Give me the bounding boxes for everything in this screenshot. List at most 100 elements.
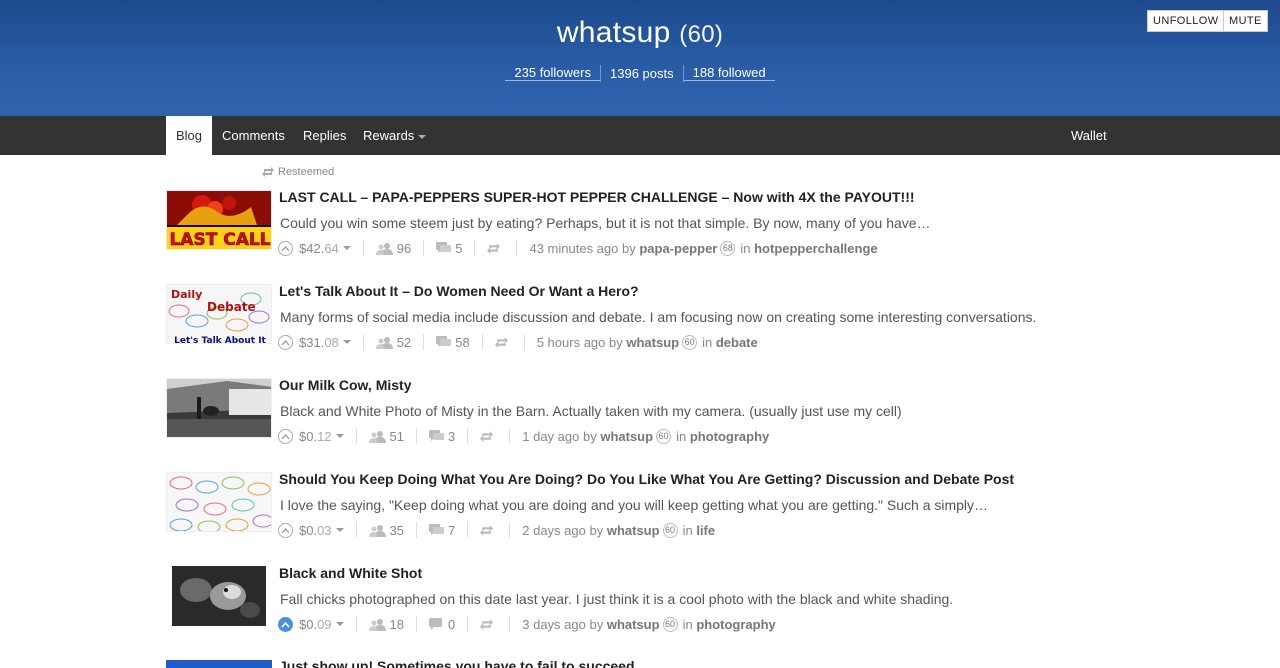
footer-divider xyxy=(423,240,425,256)
tab-replies[interactable]: Replies xyxy=(303,116,346,155)
post-thumbnail[interactable] xyxy=(166,378,272,438)
post-time[interactable]: 3 days ago by xyxy=(522,617,603,632)
mute-button[interactable]: MUTE xyxy=(1223,10,1268,32)
resteem-button[interactable] xyxy=(480,430,497,442)
comments-count[interactable]: 7 xyxy=(429,523,455,538)
post-footer: $31. 08 52 58 5 hours ago by whatsup 60 in … xyxy=(278,332,758,352)
footer-divider xyxy=(467,522,469,538)
payout-dropdown[interactable]: $0. 12 xyxy=(299,429,344,444)
resteem-icon xyxy=(494,336,508,348)
followers-link[interactable]: 235 followers xyxy=(505,66,600,81)
upvote-button[interactable] xyxy=(278,334,293,350)
footer-divider xyxy=(416,428,418,444)
post-category[interactable]: photography xyxy=(690,429,769,444)
footer-divider xyxy=(467,428,469,444)
post-time[interactable]: 43 minutes ago by xyxy=(529,241,635,256)
post-category[interactable]: debate xyxy=(716,335,758,350)
post-author[interactable]: whatsup xyxy=(607,617,660,632)
post-footer: $0. 03 35 7 2 days ago by whatsup 60 in lif… xyxy=(278,520,715,540)
post-excerpt[interactable]: Fall chicks photographed on this date la… xyxy=(280,591,953,607)
post-time[interactable]: 2 days ago by xyxy=(522,523,603,538)
comments-count[interactable]: 5 xyxy=(436,241,462,256)
payout-amount: $42. xyxy=(299,240,325,256)
post-author[interactable]: whatsup xyxy=(626,335,679,350)
unfollow-button[interactable]: UNFOLLOW xyxy=(1147,10,1225,32)
payout-amount: $0. xyxy=(299,616,318,632)
in-label: in xyxy=(676,428,687,444)
post-time[interactable]: 1 day ago by xyxy=(522,429,596,444)
footer-divider xyxy=(467,616,469,632)
tab-wallet[interactable]: Wallet xyxy=(1071,116,1107,155)
post-title[interactable]: Let's Talk About It – Do Women Need Or W… xyxy=(279,283,639,299)
post-thumbnail[interactable] xyxy=(166,566,272,626)
voters-count[interactable]: 51 xyxy=(368,429,404,444)
chevron-up-icon xyxy=(281,339,290,345)
post-time[interactable]: 5 hours ago by xyxy=(537,335,623,350)
voters-count[interactable]: 18 xyxy=(368,617,404,632)
upvote-button[interactable] xyxy=(278,616,293,632)
payout-dropdown[interactable]: $31. 08 xyxy=(299,335,351,350)
resteem-icon xyxy=(480,618,494,630)
resteem-button[interactable] xyxy=(480,524,497,536)
chevron-down-icon xyxy=(335,622,344,626)
upvote-button[interactable] xyxy=(278,522,293,538)
payout-dropdown[interactable]: $0. 03 xyxy=(299,523,344,538)
upvote-button[interactable] xyxy=(278,240,293,256)
resteem-button[interactable] xyxy=(480,618,497,630)
tab-rewards[interactable]: Rewards xyxy=(363,116,427,155)
comments-count[interactable]: 3 xyxy=(429,429,455,444)
comments-number: 5 xyxy=(455,240,463,256)
footer-divider xyxy=(423,334,425,350)
comments-count[interactable]: 58 xyxy=(436,335,470,350)
post-title[interactable]: LAST CALL – PAPA-PEPPERS SUPER-HOT PEPPE… xyxy=(279,189,915,205)
resteem-icon xyxy=(262,167,274,177)
post-thumbnail[interactable] xyxy=(166,660,272,668)
footer-divider xyxy=(509,616,511,632)
post-author[interactable]: papa-pepper xyxy=(639,241,717,256)
chevron-up-icon xyxy=(281,245,290,251)
post-title[interactable]: Our Milk Cow, Misty xyxy=(279,377,412,393)
upvote-button[interactable] xyxy=(278,428,293,444)
voters-count[interactable]: 96 xyxy=(375,241,411,256)
post-meta: 3 days ago by whatsup 60 in photography xyxy=(522,616,776,632)
post-footer: $0. 09 18 0 3 days ago by whatsup 60 in pho… xyxy=(278,614,776,634)
post-thumbnail[interactable]: LAST CALL xyxy=(166,190,272,250)
post-category[interactable]: life xyxy=(696,523,715,538)
post-thumbnail[interactable] xyxy=(166,472,272,532)
post-title[interactable]: Black and White Shot xyxy=(279,565,422,581)
footer-divider xyxy=(362,240,364,256)
post-excerpt[interactable]: Could you win some steem just by eating?… xyxy=(280,215,931,231)
payout-amount: $0. xyxy=(299,428,318,444)
voters-count[interactable]: 35 xyxy=(368,522,405,538)
post-title[interactable]: Just show up! Sometimes you have to fail… xyxy=(279,658,635,668)
post-excerpt[interactable]: I love the saying, "Keep doing what you … xyxy=(280,497,988,513)
payout-amount: $31. xyxy=(299,334,325,350)
profile-username: whatsup xyxy=(556,16,671,49)
voters-number: 35 xyxy=(389,522,405,538)
comments-count[interactable]: 0 xyxy=(429,617,455,632)
post-author[interactable]: whatsup xyxy=(607,523,660,538)
author-reputation: 60 xyxy=(662,616,678,632)
footer-divider xyxy=(516,240,518,256)
followed-link[interactable]: 188 followed xyxy=(683,66,775,81)
comment-icon xyxy=(436,336,452,347)
voters-icon xyxy=(368,430,386,443)
post-author[interactable]: whatsup xyxy=(600,429,653,444)
footer-divider xyxy=(509,428,511,444)
voters-count[interactable]: 52 xyxy=(375,335,411,350)
payout-dropdown[interactable]: $42. 64 xyxy=(299,241,351,256)
post-category[interactable]: hotpepperchallenge xyxy=(754,241,878,256)
tab-comments[interactable]: Comments xyxy=(222,116,285,155)
footer-divider xyxy=(416,522,418,538)
tab-blog[interactable]: Blog xyxy=(166,116,213,155)
post-thumbnail[interactable]: Daily Debate Let's Talk About It xyxy=(166,284,272,344)
post-category[interactable]: photography xyxy=(696,617,775,632)
voters-icon xyxy=(375,242,393,255)
post-title[interactable]: Should You Keep Doing What You Are Doing… xyxy=(279,471,1014,487)
resteem-button[interactable] xyxy=(494,336,512,348)
payout-dropdown[interactable]: $0. 09 xyxy=(299,617,344,632)
post-excerpt[interactable]: Many forms of social media include discu… xyxy=(280,309,1036,325)
post-excerpt[interactable]: Black and White Photo of Misty in the Ba… xyxy=(280,403,902,419)
resteem-button[interactable] xyxy=(487,242,504,254)
footer-divider xyxy=(509,522,511,538)
